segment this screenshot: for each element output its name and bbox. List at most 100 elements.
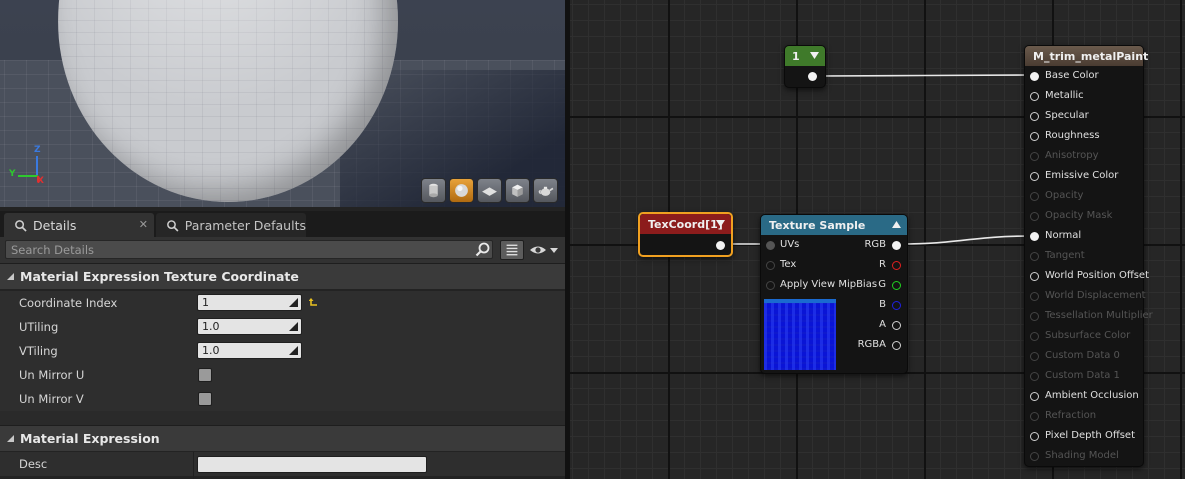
tab-parameter-defaults[interactable]: Parameter Defaults bbox=[156, 213, 306, 237]
collapse-arrow-icon[interactable] bbox=[716, 220, 725, 228]
texcoord-node[interactable]: TexCoord[1] bbox=[638, 212, 733, 257]
opacity-mask-input-pin[interactable] bbox=[1030, 212, 1039, 221]
custom-data-1-input-label: Custom Data 1 bbox=[1045, 370, 1120, 381]
pixel-depth-offset-input-label: Pixel Depth Offset bbox=[1045, 430, 1135, 441]
close-icon[interactable]: ✕ bbox=[139, 218, 148, 231]
expanded-arrow-icon bbox=[7, 273, 14, 280]
apply-view-mipbias-input-label: Apply View MipBias bbox=[780, 279, 878, 290]
search-input[interactable] bbox=[5, 240, 493, 259]
section-expression-header[interactable]: Material Expression bbox=[0, 425, 565, 451]
tangent-input-pin[interactable] bbox=[1030, 252, 1039, 261]
constant-node-header[interactable]: 1 bbox=[785, 46, 825, 66]
refraction-input-label: Refraction bbox=[1045, 410, 1097, 421]
texcoord-node-header[interactable]: TexCoord[1] bbox=[640, 214, 731, 234]
expanded-arrow-icon bbox=[7, 435, 14, 442]
custom-data-0-input-label: Custom Data 0 bbox=[1045, 350, 1120, 361]
material-result-node[interactable]: M_trim_metalPaint Base Color Metallic Spec… bbox=[1024, 45, 1153, 467]
ambient-occlusion-input-label: Ambient Occlusion bbox=[1045, 390, 1139, 401]
tex-input-pin[interactable] bbox=[766, 261, 775, 270]
opacity-input-pin[interactable] bbox=[1030, 192, 1039, 201]
constant-node[interactable]: 1 bbox=[784, 45, 826, 88]
reset-to-default-icon[interactable] bbox=[309, 298, 319, 308]
anisotropy-input-pin[interactable] bbox=[1030, 152, 1039, 161]
drag-grip-icon bbox=[289, 322, 298, 331]
prop-row-desc: Desc bbox=[0, 452, 565, 476]
left-panel: Z Y X Details ✕ Parameter Defaults Searc… bbox=[0, 0, 565, 479]
texture-sample-node-header[interactable]: Texture Sample bbox=[761, 215, 907, 235]
utiling-field[interactable]: 1.0 bbox=[197, 318, 302, 335]
g-output-pin[interactable] bbox=[892, 281, 901, 290]
texture-sample-node[interactable]: Texture Sample UVs Tex Apply View MipBia… bbox=[760, 214, 908, 374]
cylinder-preview-icon bbox=[429, 183, 438, 198]
uvs-input-label: UVs bbox=[780, 239, 800, 250]
texcoord-output-pin[interactable] bbox=[716, 241, 725, 250]
plane-preview-button[interactable] bbox=[477, 178, 502, 203]
opacity-input-label: Opacity bbox=[1045, 190, 1084, 201]
tab-details[interactable]: Details ✕ bbox=[4, 213, 154, 237]
normal-input-pin[interactable] bbox=[1030, 232, 1039, 241]
base-color-input-pin[interactable] bbox=[1030, 72, 1039, 81]
vtiling-value: 1.0 bbox=[202, 344, 220, 357]
custom-data-0-input-pin[interactable] bbox=[1030, 352, 1039, 361]
emissive-color-input-pin[interactable] bbox=[1030, 172, 1039, 181]
visibility-filter-button[interactable] bbox=[528, 241, 562, 259]
material-graph[interactable]: 1 TexCoord[1] Texture Sample UVs Tex App… bbox=[570, 0, 1185, 479]
constant-output-pin[interactable] bbox=[808, 72, 817, 81]
teapot-preview-button[interactable] bbox=[533, 178, 558, 203]
specular-input-pin[interactable] bbox=[1030, 112, 1039, 121]
cylinder-preview-button[interactable] bbox=[421, 178, 446, 203]
magnifier-icon bbox=[15, 219, 27, 232]
opacity-mask-input-label: Opacity Mask bbox=[1045, 210, 1113, 221]
un-mirror-u-checkbox[interactable] bbox=[198, 368, 212, 382]
ambient-occlusion-input-pin[interactable] bbox=[1030, 392, 1039, 401]
coordinate-index-field[interactable]: 1 bbox=[197, 294, 302, 311]
tab-parameter-defaults-label: Parameter Defaults bbox=[184, 217, 306, 233]
section-spacer bbox=[0, 411, 565, 425]
metallic-input-pin[interactable] bbox=[1030, 92, 1039, 101]
b-output-pin[interactable] bbox=[892, 301, 901, 310]
wire-constant-to-base-color bbox=[818, 74, 1034, 77]
world-position-offset-input-label: World Position Offset bbox=[1045, 270, 1149, 281]
teapot-preview-icon bbox=[538, 186, 554, 196]
section-texcoord-title: Material Expression Texture Coordinate bbox=[20, 269, 299, 284]
cube-preview-button[interactable] bbox=[505, 178, 530, 203]
world-position-offset-input-pin[interactable] bbox=[1030, 272, 1039, 281]
collapse-arrow-icon[interactable] bbox=[810, 52, 819, 60]
material-result-node-header[interactable]: M_trim_metalPaint bbox=[1025, 46, 1148, 66]
section-expression-title: Material Expression bbox=[20, 431, 160, 446]
rgb-output-label: RGB bbox=[864, 239, 886, 250]
pixel-depth-offset-input-pin[interactable] bbox=[1030, 432, 1039, 441]
section-texcoord-header[interactable]: Material Expression Texture Coordinate bbox=[0, 263, 565, 289]
custom-data-1-input-pin[interactable] bbox=[1030, 372, 1039, 381]
roughness-input-label: Roughness bbox=[1045, 130, 1100, 141]
shading-model-input-pin[interactable] bbox=[1030, 452, 1039, 461]
preview-viewport[interactable]: Z Y X bbox=[0, 0, 565, 207]
un-mirror-v-label: Un Mirror V bbox=[19, 392, 84, 406]
desc-field[interactable] bbox=[197, 456, 427, 473]
refraction-input-pin[interactable] bbox=[1030, 412, 1039, 421]
subsurface-color-input-pin[interactable] bbox=[1030, 332, 1039, 341]
r-output-pin[interactable] bbox=[892, 261, 901, 270]
world-displacement-input-pin[interactable] bbox=[1030, 292, 1039, 301]
tessellation-multiplier-input-pin[interactable] bbox=[1030, 312, 1039, 321]
view-options-button[interactable] bbox=[500, 240, 524, 260]
specular-input-label: Specular bbox=[1045, 110, 1089, 121]
rgb-output-pin[interactable] bbox=[892, 241, 901, 250]
y-axis-label: Y bbox=[9, 169, 16, 179]
roughness-input-pin[interactable] bbox=[1030, 132, 1039, 141]
collapse-arrow-icon[interactable] bbox=[892, 221, 901, 229]
desc-label: Desc bbox=[19, 457, 48, 471]
tex-input-label: Tex bbox=[780, 259, 797, 270]
rgba-output-pin[interactable] bbox=[892, 341, 901, 350]
rgba-output-label: RGBA bbox=[857, 339, 886, 350]
search-icon[interactable] bbox=[474, 241, 491, 258]
apply-view-mipbias-input-pin[interactable] bbox=[766, 281, 775, 290]
sphere-preview-button[interactable] bbox=[449, 178, 474, 203]
a-output-pin[interactable] bbox=[892, 321, 901, 330]
b-output-label: B bbox=[879, 299, 886, 310]
normal-input-label: Normal bbox=[1045, 230, 1082, 241]
vtiling-field[interactable]: 1.0 bbox=[197, 342, 302, 359]
uvs-input-pin[interactable] bbox=[766, 241, 775, 250]
coordinate-index-label: Coordinate Index bbox=[19, 296, 118, 310]
un-mirror-v-checkbox[interactable] bbox=[198, 392, 212, 406]
